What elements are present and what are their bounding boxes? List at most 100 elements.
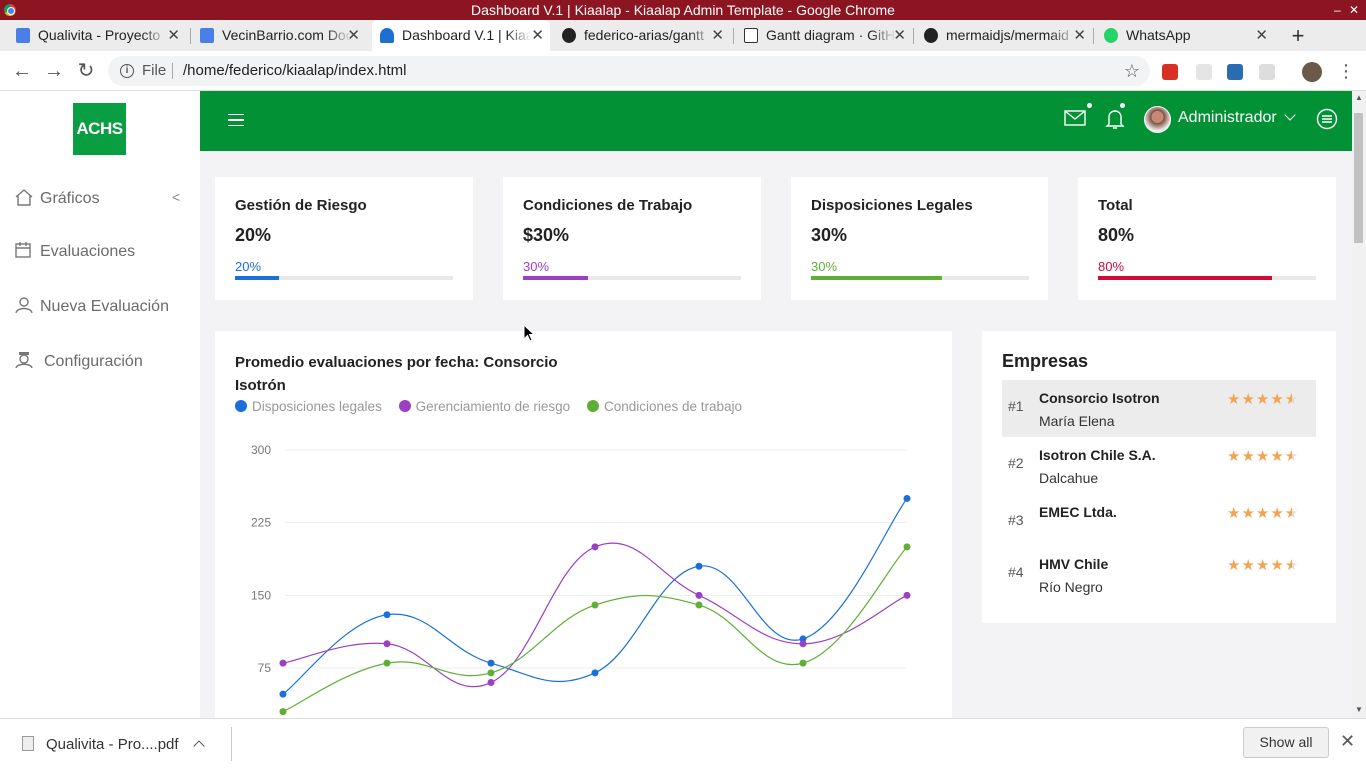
tab-dashboard[interactable]: Dashboard V.1 | Kiaalap ✕ [372,20,550,51]
data-point[interactable] [695,562,703,570]
tab-vecinbarrio[interactable]: VecinBarrio.com Documento ✕ [192,20,366,51]
data-point[interactable] [383,659,391,667]
extension-dictionary-icon[interactable] [1227,64,1243,80]
data-point[interactable] [591,543,599,551]
window-title: Dashboard V.1 | Kiaalap - Kiaalap Admin … [471,2,895,18]
data-point[interactable] [903,591,911,599]
star-rating-icon: ★★★★★ [1227,391,1300,408]
tab-title: Gantt diagram · GitHub [766,27,896,43]
close-tab-icon[interactable]: ✕ [347,20,360,51]
tab-title: WhatsApp [1126,27,1191,43]
star-rating-icon: ★★★★★ [1227,448,1300,465]
sidebar-item-graficos[interactable]: Gráficos [14,188,100,208]
extension-grid-icon[interactable] [1259,64,1275,80]
scroll-down-arrow-icon[interactable]: ▼ [1355,705,1363,714]
data-point[interactable] [279,690,287,698]
close-window-icon[interactable]: ✕ [1349,0,1359,20]
extension-puzzle-icon[interactable] [1196,64,1212,80]
close-tab-icon[interactable]: ✕ [711,20,724,51]
extension-pdf-icon[interactable] [1162,64,1178,80]
profile-avatar-icon[interactable] [1302,62,1322,82]
url-scheme: File [142,62,167,79]
show-all-button[interactable]: Show all [1243,727,1329,758]
empresa-row[interactable]: #2 Isotron Chile S.A. Dalcahue ★★★★★ [1002,437,1316,494]
empresa-rank: #2 [1008,455,1024,471]
page-scrollbar[interactable]: ▲ ▼ [1352,91,1366,718]
new-tab-button[interactable]: + [1287,20,1309,51]
sidebar-item-configuracion[interactable]: Configuración [14,351,143,371]
pdf-file-icon [22,736,34,751]
series-line-3 [282,546,908,713]
empresa-name: Isotron Chile S.A. [1039,447,1156,463]
github-icon [562,28,576,43]
empresa-row[interactable]: #1 Consorcio Isotron María Elena ★★★★★ [1002,380,1316,437]
github-icon [924,28,938,43]
data-point[interactable] [487,669,495,677]
tab-title: Qualivita - Proyecto [38,27,161,43]
tab-federico-arias[interactable]: federico-arias/gantt ✕ [554,20,730,51]
data-point[interactable] [903,543,911,551]
sidebar-item-nueva-evaluacion[interactable]: Nueva Evaluación [14,296,169,316]
progress-track [235,276,453,280]
stat-percent-label: 30% [811,259,838,274]
tab-mermaid[interactable]: mermaidjs/mermaid ✕ [916,20,1092,51]
data-point[interactable] [279,659,287,667]
sidebar-item-evaluaciones[interactable]: Evaluaciones [14,241,135,261]
reload-icon[interactable]: ↻ [74,59,98,83]
logo[interactable]: ACHS [73,103,126,155]
empresa-row[interactable]: #4 HMV Chile Río Negro ★★★★★ [1002,546,1316,603]
user-menu[interactable]: Administrador [1178,109,1296,127]
data-point[interactable] [591,669,599,677]
close-tab-icon[interactable]: ✕ [1073,20,1086,51]
tab-strip: Qualivita - Proyecto ✕ VecinBarrio.com D… [0,20,1366,51]
bell-icon[interactable] [1105,108,1125,135]
data-point[interactable] [383,640,391,648]
user-avatar[interactable] [1144,106,1171,133]
data-point[interactable] [799,640,807,648]
calendar-icon [14,241,32,259]
data-point[interactable] [903,494,911,502]
data-point[interactable] [695,591,703,599]
empresa-row[interactable]: #3 EMEC Ltda. ★★★★★ [1002,494,1316,551]
url-text[interactable]: /home/federico/kiaalap/index.html [183,56,406,86]
close-tab-icon[interactable]: ✕ [1255,20,1268,51]
tab-gantt-diagram[interactable]: Gantt diagram · GitHub ✕ [736,20,912,51]
download-item[interactable]: Qualivita - Pro....pdf [22,736,205,753]
tab-separator [1093,28,1094,44]
scrollbar-thumb[interactable] [1354,113,1363,243]
chevron-up-icon[interactable] [193,740,205,752]
stat-card-gestion-riesgo: Gestión de Riesgo 20% 20% [215,177,473,300]
chrome-menu-icon[interactable]: ⋮ [1334,59,1358,83]
data-point[interactable] [487,659,495,667]
info-icon[interactable]: i [120,64,134,78]
chevron-left-icon[interactable]: < [172,189,180,205]
empresas-card: Empresas #1 Consorcio Isotron María Elen… [982,331,1336,623]
google-docs-icon [200,28,214,43]
data-point[interactable] [383,611,391,619]
data-point[interactable] [279,708,287,716]
data-point[interactable] [695,601,703,609]
forward-arrow-icon[interactable]: → [42,59,66,83]
data-point[interactable] [799,659,807,667]
tab-whatsapp[interactable]: WhatsApp ✕ [1096,20,1274,51]
bookmark-star-icon[interactable]: ☆ [1124,56,1140,86]
download-bar: Qualivita - Pro....pdf Show all ✕ [0,718,1366,768]
close-tab-icon[interactable]: ✕ [167,20,180,51]
data-point[interactable] [487,679,495,687]
tab-qualivita[interactable]: Qualivita - Proyecto ✕ [8,20,186,51]
stat-percent-label: 30% [523,259,550,274]
address-bar[interactable]: i File /home/federico/kiaalap/index.html… [108,56,1150,86]
back-arrow-icon[interactable]: ← [10,59,34,83]
close-download-bar-icon[interactable]: ✕ [1340,731,1355,752]
settings-menu-icon[interactable] [1316,108,1338,135]
stat-percent-label: 80% [1098,259,1125,274]
data-point[interactable] [591,601,599,609]
progress-fill [1098,276,1273,280]
minimize-icon[interactable]: – [1334,0,1341,20]
close-tab-icon[interactable]: ✕ [531,20,544,51]
close-tab-icon[interactable]: ✕ [893,20,906,51]
mail-icon[interactable] [1064,109,1086,132]
sidebar-item-label: Evaluaciones [40,243,136,260]
hamburger-menu-icon[interactable] [228,114,244,126]
scroll-up-arrow-icon[interactable]: ▲ [1355,93,1363,102]
